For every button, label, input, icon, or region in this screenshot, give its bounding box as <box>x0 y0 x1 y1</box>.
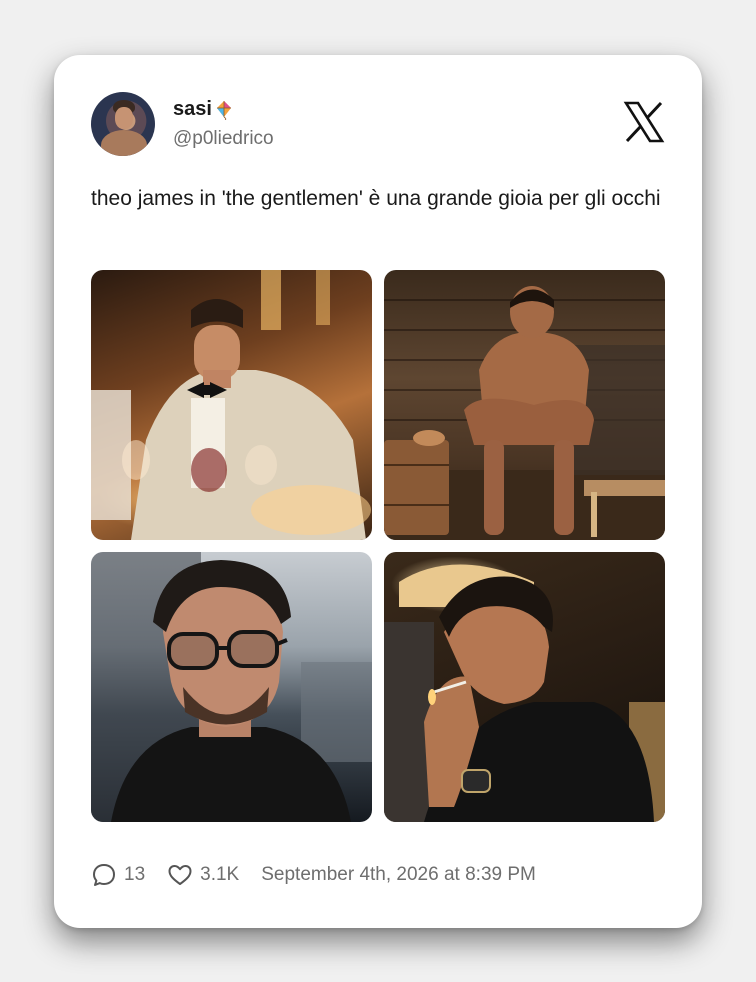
media-photo-1[interactable] <box>91 270 372 540</box>
avatar-body <box>101 130 147 156</box>
display-name[interactable]: sasi <box>173 98 233 121</box>
tweet-text: theo james in 'the gentlemen' è una gran… <box>91 187 661 210</box>
photo-2-illustration <box>384 286 665 540</box>
media-grid <box>91 270 665 831</box>
user-handle[interactable]: @p0liedrico <box>173 128 274 150</box>
heart-icon <box>168 865 192 885</box>
tweet-card: sasi @p0liedrico theo james in 'the gent… <box>54 55 702 928</box>
media-photo-4[interactable] <box>384 552 665 822</box>
avatar[interactable] <box>91 92 155 156</box>
photo-1-illustration <box>91 270 371 540</box>
like-stat[interactable]: 3.1K <box>167 862 239 888</box>
reply-stat[interactable]: 13 <box>91 862 145 888</box>
media-photo-2[interactable] <box>384 270 665 540</box>
like-count: 3.1K <box>200 864 240 885</box>
media-photo-3[interactable] <box>91 552 372 822</box>
photo-4-illustration <box>384 564 665 822</box>
reply-count: 13 <box>124 864 146 885</box>
timestamp[interactable]: September 4th, 2026 at 8:39 PM <box>261 864 536 886</box>
photo-3-illustration <box>91 552 372 822</box>
kite-emoji-icon <box>216 100 231 120</box>
avatar-face <box>115 107 133 129</box>
speech-bubble-icon <box>93 864 115 886</box>
x-logo-icon[interactable] <box>622 100 666 144</box>
display-name-text: sasi <box>173 98 212 120</box>
tweet-stats: 13 3.1K September 4th, 2026 at 8:39 PM <box>91 861 536 889</box>
